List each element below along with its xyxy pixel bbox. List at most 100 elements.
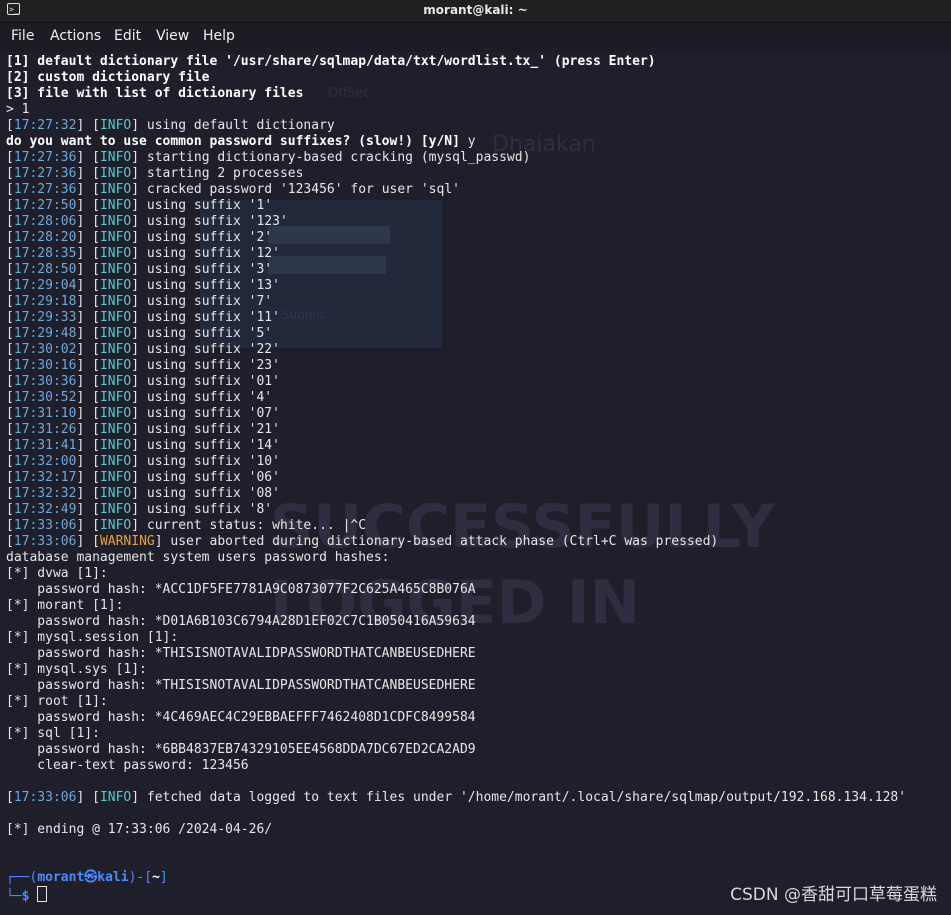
terminal-line: password hash: *4C469AEC4C29EBBAEFFF7462… xyxy=(6,710,946,726)
line-text: [1] default dictionary file '/usr/share/… xyxy=(6,54,656,69)
timestamp: 17:32:49 xyxy=(13,502,77,517)
timestamp: 17:29:48 xyxy=(13,326,77,341)
info-tag: INFO xyxy=(99,486,132,501)
menu-actions[interactable]: Actions xyxy=(50,28,101,44)
info-tag: INFO xyxy=(99,342,132,357)
line-text: do you want to use common password suffi… xyxy=(6,134,468,149)
terminal-line: [*] mysql.sys [1]: xyxy=(6,662,946,678)
info-tag: INFO xyxy=(99,262,132,277)
timestamp: 17:28:06 xyxy=(13,214,77,229)
line-text: ] using suffix '10' xyxy=(131,454,280,469)
info-tag: INFO xyxy=(99,198,132,213)
line-text: [*] mysql.session [1]: xyxy=(6,630,179,645)
menu-view[interactable]: View xyxy=(156,28,189,44)
timestamp: 17:32:32 xyxy=(13,486,77,501)
line-text: ] [ xyxy=(76,326,100,341)
line-text: ] using default dictionary xyxy=(131,118,335,133)
line-text: ] [ xyxy=(76,486,100,501)
terminal-line: [17:29:18] [INFO] using suffix '7' xyxy=(6,294,946,310)
line-text: ] [ xyxy=(76,374,100,389)
line-text: ] [ xyxy=(76,230,100,245)
line-text: [ xyxy=(6,470,14,485)
line-text: [ xyxy=(6,278,14,293)
terminal-line: [17:27:32] [INFO] using default dictiona… xyxy=(6,118,946,134)
terminal-line: > 1 xyxy=(6,102,946,118)
line-text: ] [ xyxy=(76,182,100,197)
terminal-line: password hash: *THISISNOTAVALIDPASSWORDT… xyxy=(6,678,946,694)
terminal-line: [*] mysql.session [1]: xyxy=(6,630,946,646)
line-text: ] using suffix '23' xyxy=(131,358,280,373)
line-text: [ xyxy=(6,438,14,453)
terminal-line: password hash: *ACC1DF5FE7781A9C0873077F… xyxy=(6,582,946,598)
info-tag: INFO xyxy=(99,230,132,245)
terminal-line: [17:27:36] [INFO] starting 2 processes xyxy=(6,166,946,182)
line-text: ] using suffix '4' xyxy=(131,390,273,405)
info-tag: INFO xyxy=(99,422,132,437)
line-text: ] [ xyxy=(76,470,100,485)
line-text: ] using suffix '12' xyxy=(131,246,280,261)
line-text: password hash: *ACC1DF5FE7781A9C0873077F… xyxy=(6,582,476,597)
terminal-line: [17:32:32] [INFO] using suffix '08' xyxy=(6,486,946,502)
terminal-line: [17:32:17] [INFO] using suffix '06' xyxy=(6,470,946,486)
line-text: ] [ xyxy=(76,278,100,293)
line-text: password hash: *THISISNOTAVALIDPASSWORDT… xyxy=(6,646,476,661)
line-text: [ xyxy=(6,246,14,261)
line-text: y xyxy=(467,134,476,149)
terminal-line: [3] file with list of dictionary files xyxy=(6,86,946,102)
line-text: ] starting 2 processes xyxy=(131,166,304,181)
timestamp: 17:31:26 xyxy=(13,422,77,437)
line-text: ] starting dictionary-based cracking (my… xyxy=(131,150,531,165)
window-titlebar[interactable]: >_ morant@kali: ~ xyxy=(0,0,951,23)
timestamp: 17:29:33 xyxy=(13,310,77,325)
line-text: [ xyxy=(6,182,14,197)
terminal-line: [*] morant [1]: xyxy=(6,598,946,614)
menu-edit[interactable]: Edit xyxy=(114,28,141,44)
terminal-line: [17:33:06] [WARNING] user aborted during… xyxy=(6,534,946,550)
terminal-output[interactable]: OffSec Dhaiakan Submit SUCCESSFULLY LOGG… xyxy=(0,52,951,915)
timestamp: 17:33:06 xyxy=(13,534,77,549)
cursor[interactable] xyxy=(37,886,48,902)
terminal-lines: [1] default dictionary file '/usr/share/… xyxy=(6,54,946,904)
line-text: [*] dvwa [1]: xyxy=(6,566,108,581)
terminal-line: clear-text password: 123456 xyxy=(6,758,946,774)
line-text: password hash: *6BB4837EB74329105EE4568D… xyxy=(6,742,476,757)
line-text: database management system users passwor… xyxy=(6,550,390,565)
line-text: [ xyxy=(6,118,14,133)
terminal-line: password hash: *6BB4837EB74329105EE4568D… xyxy=(6,742,946,758)
timestamp: 17:29:04 xyxy=(13,278,77,293)
timestamp: 17:28:50 xyxy=(13,262,77,277)
menu-help[interactable]: Help xyxy=(203,28,235,44)
terminal-line: [*] ending @ 17:33:06 /2024-04-26/ xyxy=(6,822,946,838)
terminal-line: database management system users passwor… xyxy=(6,550,946,566)
timestamp: 17:28:35 xyxy=(13,246,77,261)
info-tag: INFO xyxy=(99,166,132,181)
line-text: ] [ xyxy=(76,342,100,357)
info-tag: INFO xyxy=(99,246,132,261)
line-text: ~ xyxy=(152,870,160,885)
info-tag: INFO xyxy=(99,454,132,469)
line-text: [ xyxy=(6,454,14,469)
terminal-line: [2] custom dictionary file xyxy=(6,70,946,86)
timestamp: 17:30:16 xyxy=(13,358,77,373)
line-text: [ xyxy=(6,486,14,501)
line-text: [ xyxy=(6,374,14,389)
terminal-line: [17:33:06] [INFO] fetched data logged to… xyxy=(6,790,946,806)
menu-file[interactable]: File xyxy=(11,28,34,44)
line-text: [ xyxy=(6,534,14,549)
terminal-line: [17:28:06] [INFO] using suffix '123' xyxy=(6,214,946,230)
line-text: ] [ xyxy=(76,246,100,261)
line-text: ] current status: white... |^C xyxy=(131,518,367,533)
terminal-line: [17:28:35] [INFO] using suffix '12' xyxy=(6,246,946,262)
line-text: [ xyxy=(6,406,14,421)
terminal-line: [17:31:41] [INFO] using suffix '14' xyxy=(6,438,946,454)
line-text: morant㉿kali xyxy=(37,870,129,885)
line-text: [ xyxy=(6,166,14,181)
line-text: [*] ending @ 17:33:06 /2024-04-26/ xyxy=(6,822,273,837)
line-text: ] using suffix '2' xyxy=(131,230,273,245)
info-tag: INFO xyxy=(99,182,132,197)
line-text: ] [ xyxy=(76,438,100,453)
line-text: ] cracked password '123456' for user 'sq… xyxy=(131,182,460,197)
info-tag: INFO xyxy=(99,294,132,309)
line-text: ] [ xyxy=(76,118,100,133)
